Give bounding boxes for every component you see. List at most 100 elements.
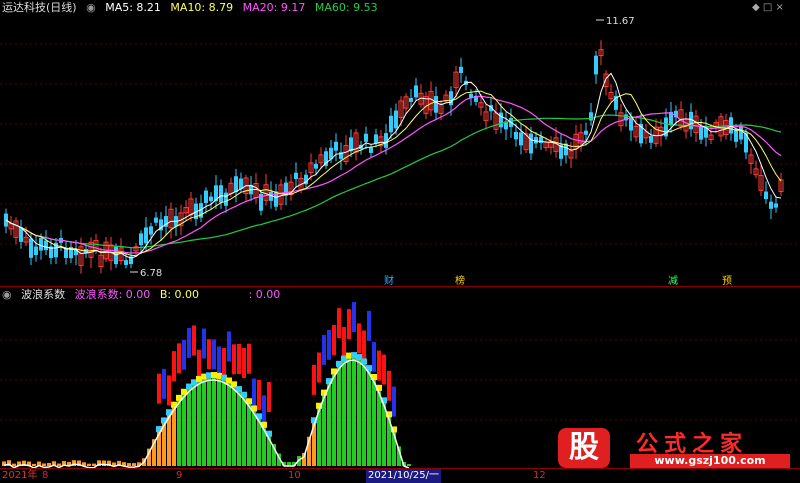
- candle-body: [394, 110, 398, 129]
- settings-dot-icon[interactable]: ◉: [86, 1, 96, 14]
- candle-body: [224, 192, 228, 206]
- wave-bar: [407, 464, 411, 466]
- wave-bar-top: [252, 378, 256, 409]
- axis-label-aug: 8: [42, 470, 49, 481]
- wave-bar: [42, 463, 46, 466]
- candle-body: [374, 134, 378, 144]
- candle-body: [649, 136, 653, 143]
- wave-bar: [207, 376, 211, 466]
- wave-bar-top: [197, 349, 201, 380]
- wave-bar: [132, 463, 136, 466]
- wave-bar-top: [157, 373, 161, 404]
- wave-bar-top: [337, 308, 341, 339]
- ma10-label: MA10: 8.79: [170, 1, 234, 14]
- wave-bar-top: [312, 364, 316, 395]
- wave-bar-top: [267, 382, 271, 413]
- wave-bar-top: [347, 309, 351, 340]
- wave-bar-top: [187, 327, 191, 358]
- price-grid: [0, 43, 800, 245]
- wave-bar: [367, 369, 371, 466]
- wave-bar: [222, 378, 226, 466]
- wave-bar-top: [242, 347, 246, 378]
- candle-body: [124, 260, 128, 265]
- wave-bar-top: [327, 329, 331, 360]
- wave-bar: [217, 376, 221, 466]
- wave-bar: [252, 409, 256, 466]
- stock-name[interactable]: 运达科技(日线): [2, 1, 77, 14]
- candle-body: [314, 163, 318, 169]
- wave-bar-top: [217, 346, 221, 377]
- high-price-label: 11.67: [606, 16, 635, 27]
- logo-big-char: 股: [569, 430, 599, 465]
- ma5-label: MA5: 8.21: [105, 1, 161, 14]
- axis-label-oct: 10: [288, 470, 301, 481]
- candle-body: [769, 201, 773, 209]
- candle-body: [144, 227, 148, 244]
- candle-body: [294, 172, 298, 180]
- candle-body: [39, 237, 43, 251]
- time-axis: 2021年 8 9 10 2021/10/25/一 12: [0, 468, 800, 483]
- wave-bar-top: [342, 327, 346, 358]
- event-label[interactable]: 减: [668, 275, 678, 286]
- candle-body: [4, 213, 8, 227]
- candle-body: [154, 217, 158, 223]
- wave-bar: [182, 392, 186, 466]
- window-controls[interactable]: ◆ □ ×: [752, 2, 784, 13]
- candle-body: [449, 91, 453, 106]
- wave-bar-top: [362, 330, 366, 361]
- candle-body: [414, 85, 418, 98]
- wave-bar: [12, 463, 16, 466]
- event-label[interactable]: 榜: [455, 274, 465, 286]
- candle-body: [529, 133, 533, 154]
- candle-body: [519, 132, 523, 146]
- candle-body: [234, 176, 238, 193]
- wave-bar: [352, 356, 356, 466]
- wave-bar: [342, 359, 346, 466]
- candle-body: [219, 185, 223, 203]
- wave-bar-top: [322, 334, 326, 365]
- wave-bar: [347, 356, 351, 466]
- candle-body: [204, 190, 208, 204]
- candle-body: [629, 117, 633, 131]
- wave-bar: [232, 385, 236, 466]
- candle-body: [774, 203, 778, 208]
- wave-bar-top: [167, 375, 171, 406]
- wave-bar-top: [352, 302, 356, 333]
- wave-bar-top: [162, 368, 166, 399]
- axis-label-dec: 12: [533, 470, 546, 481]
- candle-body: [699, 125, 703, 140]
- wave-bar: [322, 393, 326, 466]
- candle-body: [459, 66, 463, 73]
- event-label[interactable]: 预: [722, 275, 732, 286]
- candle-body: [44, 240, 48, 251]
- axis-label-year: 2021年: [2, 470, 38, 481]
- candlesticks: [4, 40, 784, 274]
- wave-bars: [2, 302, 411, 466]
- site-url[interactable]: www.gszj100.com: [630, 454, 790, 468]
- wave-bar-top: [232, 344, 236, 375]
- wave-bar: [172, 405, 176, 466]
- candle-body: [389, 115, 393, 133]
- wave-bar-top: [227, 331, 231, 362]
- wave-bar: [327, 382, 331, 466]
- candle-body: [434, 96, 438, 113]
- wave-bar: [247, 402, 251, 466]
- candle-body: [34, 246, 38, 256]
- wave-bar: [332, 372, 336, 466]
- wave-bar: [127, 463, 131, 466]
- event-label[interactable]: 财: [384, 274, 394, 286]
- wave-bar-top: [317, 352, 321, 383]
- wave-bar: [192, 383, 196, 466]
- wave-dot: [361, 358, 367, 365]
- wave-bar-top: [257, 379, 261, 410]
- candle-body: [64, 248, 68, 259]
- candle-body: [594, 55, 598, 75]
- wave-bar: [197, 379, 201, 466]
- wave-bar-top: [372, 341, 376, 372]
- wave-bar-top: [192, 325, 196, 356]
- wave-bar-top: [172, 351, 176, 382]
- price-chart[interactable]: 11.67 6.78 财 榜 减 预: [0, 14, 800, 286]
- watermark: 股 公式之家 www.gszj100.com: [558, 428, 798, 468]
- wave-bar-top: [237, 344, 241, 375]
- wave-bar: [227, 381, 231, 466]
